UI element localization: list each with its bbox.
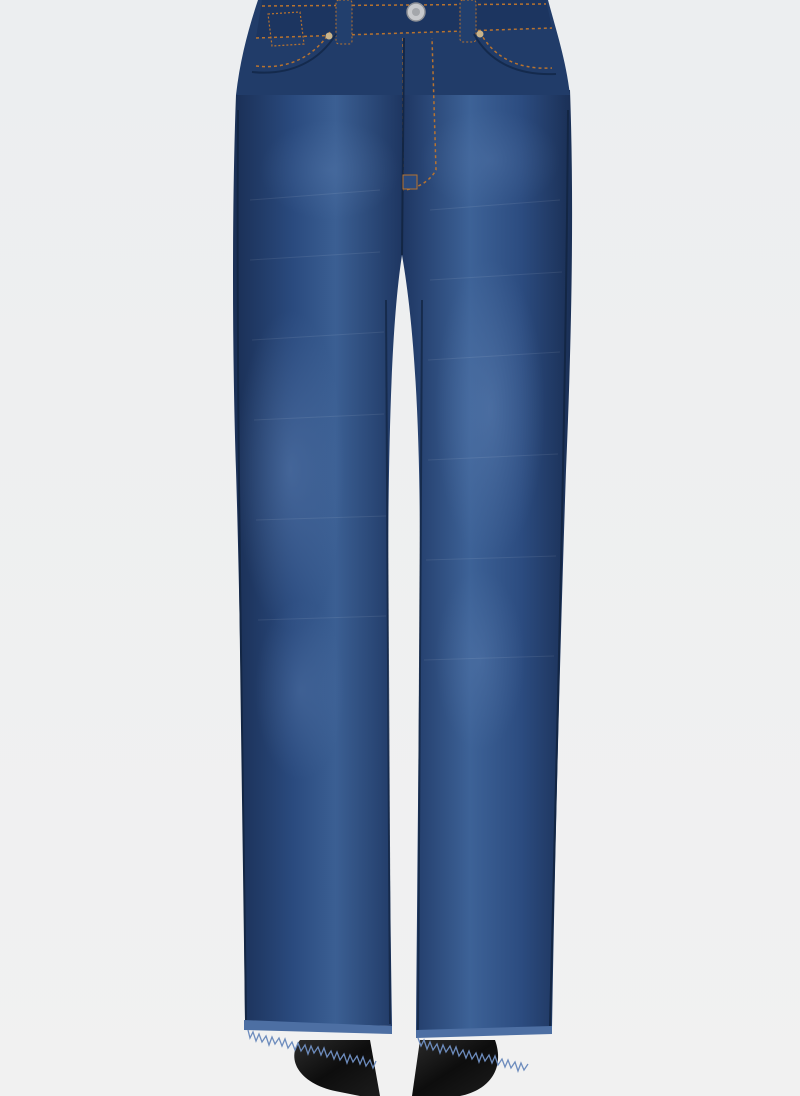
left-knee-fade [255, 600, 345, 780]
left-thigh-fade [235, 310, 345, 630]
right-leg [402, 90, 573, 1032]
right-knee-fade [435, 570, 525, 750]
right-thigh-fade [435, 260, 545, 560]
belt-loop-left [335, 0, 353, 45]
rivet-left [325, 32, 333, 40]
jeans-image [0, 0, 800, 1096]
fly-bartack [402, 174, 418, 190]
left-hip-fade [260, 120, 400, 220]
right-hip-fade [420, 110, 560, 210]
product-photo [0, 0, 800, 1096]
belt-loop-right [459, 0, 477, 43]
rivet-right [476, 30, 484, 38]
